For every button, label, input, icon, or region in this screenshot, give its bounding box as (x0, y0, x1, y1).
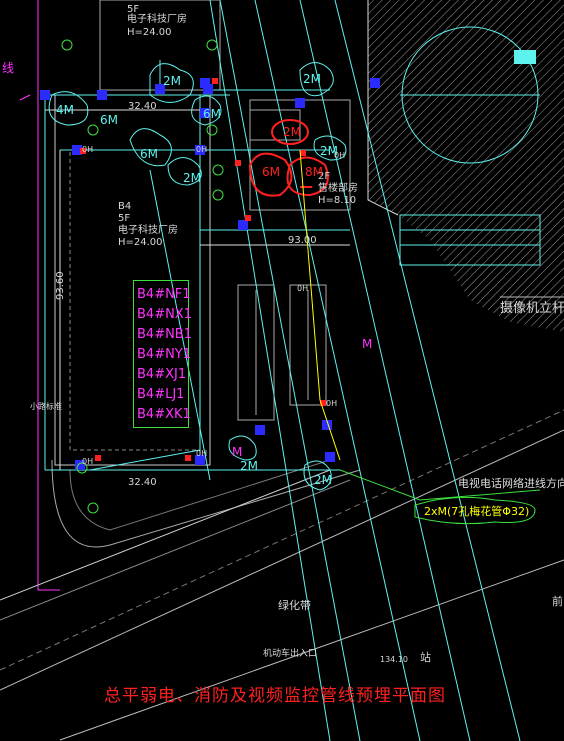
device-code-box: B4#NF1 B4#NX1 B4#NB1 B4#NY1 B4#XJ1 B4#LJ… (133, 280, 192, 428)
pipe-label-6m-b: 6M (203, 107, 221, 121)
main-building-floors: 5F (118, 213, 131, 224)
small-building-name: 售楼部房 (318, 183, 358, 194)
dimension-1: 32.40 (128, 101, 157, 112)
pipe-label-2m-red: 2M (283, 125, 301, 139)
code-5: B4#XJ1 (137, 367, 187, 382)
dimension-4: 93.60 (55, 271, 66, 300)
small-building-height: H=8.10 (318, 195, 357, 206)
oh-label-5: 0H (196, 449, 208, 458)
top-building-name: 电子科技厂房 (127, 14, 187, 25)
cable-direction-label: 电视电话网络进线方向 (458, 477, 564, 490)
pipe-label-2m-mid: 2M (183, 171, 201, 185)
edge-label: 前 (552, 595, 563, 608)
top-building-height: H=24.00 (127, 27, 172, 38)
oh-label-4: 0H (82, 457, 94, 466)
pipe-label-6m-red: 6M (262, 165, 280, 179)
cable-spec-label: 2xM(7孔梅花管Φ32) (424, 505, 530, 518)
top-building-floors: 5F (127, 4, 140, 15)
code-7: B4#XK1 (137, 407, 191, 422)
pipe-label-2m-right: 2M (303, 72, 321, 86)
pipe-label-2m-low: 2M (240, 459, 258, 473)
code-3: B4#NB1 (137, 327, 192, 342)
cyan-callouts (48, 62, 347, 491)
main-building-height: H=24.00 (118, 237, 163, 248)
oh-label-3: 0H (334, 151, 346, 160)
oh-label-2: 0H (196, 145, 208, 154)
oh-label-7: 0H (326, 399, 338, 408)
pipe-label-6m-left: 6M (140, 147, 158, 161)
dimension-2: 32.40 (128, 477, 157, 488)
direction-arrow (339, 469, 421, 501)
road-station-label: 站 (420, 651, 431, 664)
left-edge-label: 线 (2, 61, 15, 75)
dimension-3: 93.00 (288, 235, 317, 246)
code-4: B4#NY1 (137, 347, 192, 362)
code-1: B4#NF1 (137, 287, 191, 302)
pipe-label-6m-a: 6M (100, 113, 118, 127)
code-2: B4#NX1 (137, 307, 192, 322)
small-road-label: 小路标准 (30, 402, 62, 411)
cad-linework (0, 0, 564, 741)
main-building-code: B4 (118, 201, 132, 212)
drawing-title: 总平弱电、消防及视频监控管线预埋平面图 (104, 686, 446, 706)
code-6: B4#LJ1 (137, 387, 185, 402)
hatched-area (368, 0, 564, 332)
camera-block (514, 50, 536, 64)
pipe-label-2m-bottom: 2M (314, 473, 332, 487)
road-elevation-label: 134.10 (380, 655, 408, 664)
vehicle-entrance-label: 机动车出入口 (263, 649, 318, 659)
oh-label-1: 0H (82, 145, 94, 154)
green-belt-label: 绿化带 (278, 599, 311, 612)
main-building-name: 电子科技厂房 (118, 225, 178, 236)
pipe-label-m-low: M (232, 445, 243, 459)
pipe-label-2m-top: 2M (163, 74, 181, 88)
pipe-label-8m-red: 8M (305, 165, 323, 179)
road-main-2 (0, 409, 564, 671)
cad-drawing: 电子科技厂房 5F H=24.00 B4 5F 电子科技厂房 H=24.00 2… (0, 0, 564, 741)
camera-pole-label: 摄像机立杆防 (500, 301, 564, 316)
oh-label-6: 0H (297, 284, 309, 293)
pipe-label-4m: 4M (56, 103, 74, 117)
pipe-label-m-right: M (362, 337, 373, 351)
